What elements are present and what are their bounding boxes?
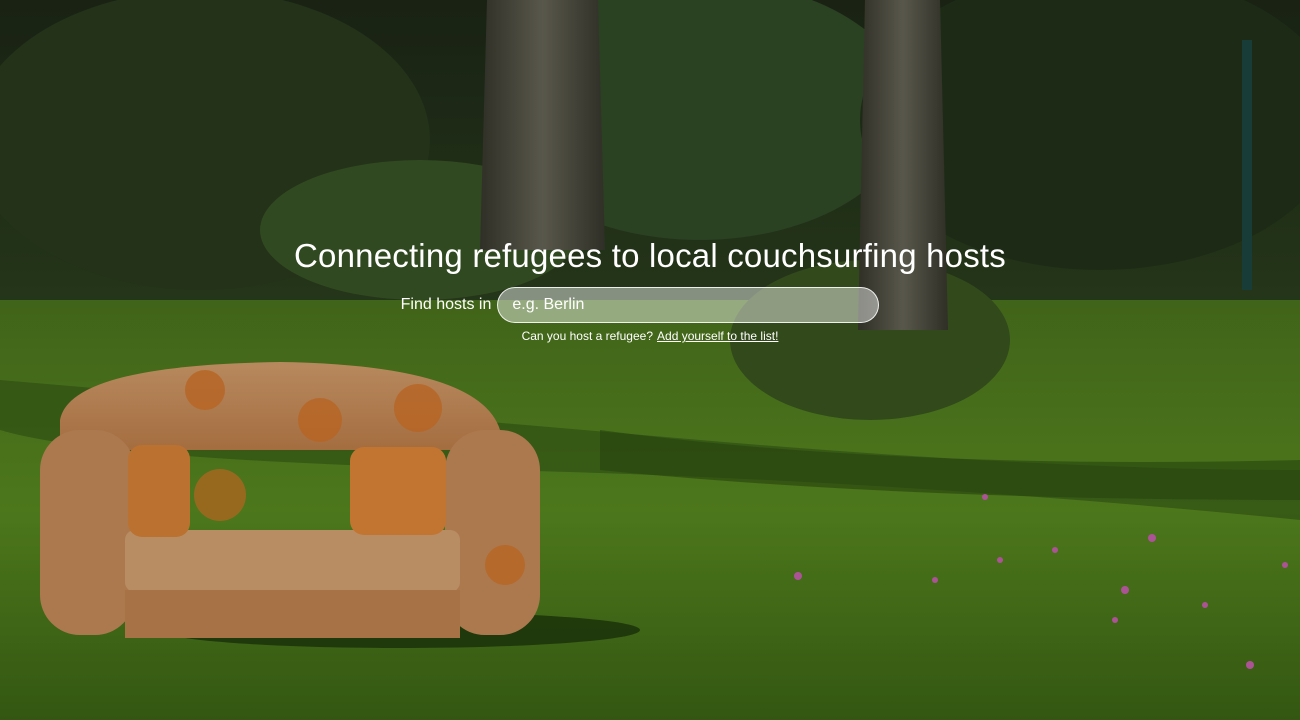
hero-section: Connecting refugees to local couchsurfin… [0, 0, 1300, 720]
hero-content: Connecting refugees to local couchsurfin… [0, 232, 1300, 343]
city-search-input[interactable] [497, 287, 880, 323]
add-yourself-link[interactable]: Add yourself to the list! [657, 329, 778, 343]
hero-headline: Connecting refugees to local couchsurfin… [294, 237, 1006, 274]
search-label: Find hosts in [400, 296, 492, 313]
host-search-row: Find hosts in [0, 287, 1300, 323]
host-cta: Can you host a refugee? Add yourself to t… [0, 329, 1300, 343]
image-dim-overlay [0, 0, 1300, 720]
host-question: Can you host a refugee? [521, 329, 654, 343]
